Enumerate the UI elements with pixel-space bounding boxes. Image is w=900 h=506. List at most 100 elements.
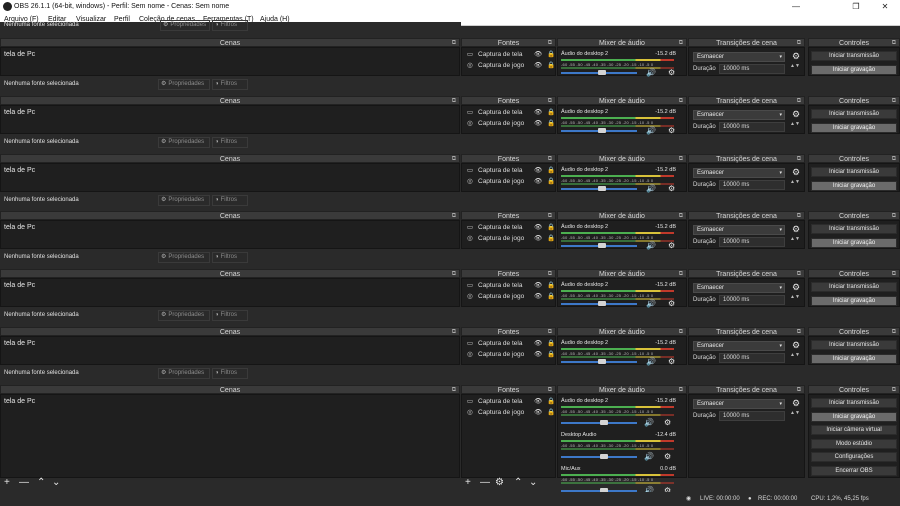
- source-item[interactable]: ◎ Captura de jogo 👁 🔒: [465, 408, 555, 418]
- remove-scene-button[interactable]: —: [19, 477, 29, 488]
- control-button[interactable]: Modo estúdio: [811, 438, 897, 449]
- move-down-button[interactable]: ⌄: [52, 477, 60, 488]
- duration-input[interactable]: 10000 ms: [719, 295, 785, 305]
- visibility-eye-icon[interactable]: 👁: [534, 177, 542, 187]
- source-item[interactable]: ▭ Captura de tela 👁 🔒: [465, 339, 555, 349]
- volume-slider[interactable]: [561, 456, 637, 458]
- control-button[interactable]: Configurações: [811, 452, 897, 462]
- move-down-button[interactable]: ⌄: [529, 477, 537, 488]
- volume-slider-knob[interactable]: [598, 70, 606, 75]
- duration-spinner[interactable]: ▲▼: [790, 180, 800, 185]
- transition-select[interactable]: Esmaecer ▾: [693, 399, 785, 409]
- source-item[interactable]: ◎ Captura de jogo 👁 🔒: [465, 350, 555, 360]
- lock-icon[interactable]: 🔒: [547, 397, 555, 407]
- duration-input[interactable]: 10000 ms: [719, 64, 785, 74]
- duration-input[interactable]: 10000 ms: [719, 122, 785, 132]
- volume-slider-knob[interactable]: [598, 186, 606, 191]
- filters-button[interactable]: ◑ Filtros: [212, 79, 248, 90]
- properties-button[interactable]: ⚙ Propriedades: [158, 368, 210, 379]
- visibility-eye-icon[interactable]: 👁: [534, 108, 542, 118]
- properties-button[interactable]: ⚙ Propriedades: [158, 252, 210, 263]
- visibility-eye-icon[interactable]: 👁: [534, 223, 542, 233]
- control-button[interactable]: Iniciar gravação: [811, 237, 897, 248]
- add-source-button[interactable]: +: [465, 477, 471, 488]
- gear-icon[interactable]: ⚙: [792, 282, 800, 293]
- control-button[interactable]: Iniciar transmissão: [811, 340, 897, 350]
- volume-slider-knob[interactable]: [600, 420, 608, 425]
- duration-spinner[interactable]: ▲▼: [790, 64, 800, 69]
- lock-icon[interactable]: 🔒: [547, 108, 555, 118]
- source-item[interactable]: ▭ Captura de tela 👁 🔒: [465, 223, 555, 233]
- lock-icon[interactable]: 🔒: [547, 223, 555, 233]
- duration-spinner[interactable]: ▲▼: [790, 237, 800, 242]
- close-button[interactable]: ✕: [870, 1, 900, 13]
- gear-icon[interactable]: ⚙: [668, 184, 675, 193]
- lock-icon[interactable]: 🔒: [547, 234, 555, 244]
- lock-icon[interactable]: 🔒: [547, 339, 555, 349]
- control-button[interactable]: Iniciar gravação: [811, 411, 897, 422]
- speaker-icon[interactable]: 🔊: [646, 68, 656, 77]
- volume-slider-knob[interactable]: [598, 243, 606, 248]
- move-up-button[interactable]: ⌃: [514, 477, 522, 488]
- filters-button[interactable]: ◑ Filtros: [212, 137, 248, 148]
- properties-button[interactable]: ⚙ Propriedades: [158, 195, 210, 206]
- source-item[interactable]: ▭ Captura de tela 👁 🔒: [465, 50, 555, 60]
- duration-input[interactable]: 10000 ms: [719, 353, 785, 363]
- filters-button[interactable]: ◑ Filtros: [212, 195, 248, 206]
- lock-icon[interactable]: 🔒: [547, 292, 555, 302]
- source-item[interactable]: ◎ Captura de jogo 👁 🔒: [465, 234, 555, 244]
- duration-input[interactable]: 10000 ms: [719, 411, 785, 421]
- volume-slider-knob[interactable]: [598, 128, 606, 133]
- transition-select[interactable]: Esmaecer ▾: [693, 341, 785, 351]
- gear-icon[interactable]: ⚙: [668, 68, 675, 77]
- gear-icon[interactable]: ⚙: [668, 126, 675, 135]
- control-button[interactable]: Iniciar transmissão: [811, 167, 897, 177]
- scene-item[interactable]: tela de Pc: [4, 224, 35, 231]
- control-button[interactable]: Iniciar câmera virtual: [811, 425, 897, 435]
- visibility-eye-icon[interactable]: 👁: [534, 166, 542, 176]
- speaker-icon[interactable]: 🔊: [646, 241, 656, 250]
- duration-input[interactable]: 10000 ms: [719, 180, 785, 190]
- scene-item[interactable]: tela de Pc: [4, 398, 35, 405]
- transition-select[interactable]: Esmaecer ▾: [693, 283, 785, 293]
- add-scene-button[interactable]: +: [4, 477, 10, 488]
- source-item[interactable]: ▭ Captura de tela 👁 🔒: [465, 166, 555, 176]
- source-item[interactable]: ◎ Captura de jogo 👁 🔒: [465, 177, 555, 187]
- visibility-eye-icon[interactable]: 👁: [534, 281, 542, 291]
- speaker-icon[interactable]: 🔊: [644, 452, 654, 461]
- visibility-eye-icon[interactable]: 👁: [534, 397, 542, 407]
- source-item[interactable]: ◎ Captura de jogo 👁 🔒: [465, 292, 555, 302]
- control-button[interactable]: Iniciar gravação: [811, 122, 897, 133]
- scene-item[interactable]: tela de Pc: [4, 109, 35, 116]
- lock-icon[interactable]: 🔒: [547, 177, 555, 187]
- filters-button[interactable]: ◑ Filtros: [212, 252, 248, 263]
- speaker-icon[interactable]: 🔊: [646, 184, 656, 193]
- control-button[interactable]: Encerrar OBS: [811, 465, 897, 476]
- maximize-button[interactable]: ❐: [841, 1, 871, 13]
- scene-item[interactable]: tela de Pc: [4, 51, 35, 58]
- control-button[interactable]: Iniciar transmissão: [811, 51, 897, 61]
- volume-slider-knob[interactable]: [598, 359, 606, 364]
- lock-icon[interactable]: 🔒: [547, 50, 555, 60]
- properties-button[interactable]: ⚙ Propriedades: [158, 137, 210, 148]
- visibility-eye-icon[interactable]: 👁: [534, 339, 542, 349]
- scene-item[interactable]: tela de Pc: [4, 340, 35, 347]
- visibility-eye-icon[interactable]: 👁: [534, 119, 542, 129]
- remove-source-button[interactable]: —: [480, 477, 490, 488]
- source-settings-icon[interactable]: ⚙: [495, 477, 504, 488]
- duration-spinner[interactable]: ▲▼: [790, 353, 800, 358]
- properties-button[interactable]: ⚙ Propriedades: [160, 20, 210, 31]
- control-button[interactable]: Iniciar gravação: [811, 180, 897, 191]
- minimize-button[interactable]: —: [781, 1, 811, 13]
- source-item[interactable]: ▭ Captura de tela 👁 🔒: [465, 281, 555, 291]
- gear-icon[interactable]: ⚙: [792, 167, 800, 178]
- gear-icon[interactable]: ⚙: [792, 340, 800, 351]
- visibility-eye-icon[interactable]: 👁: [534, 292, 542, 302]
- duration-spinner[interactable]: ▲▼: [790, 411, 800, 416]
- lock-icon[interactable]: 🔒: [547, 166, 555, 176]
- filters-button[interactable]: ◑ Filtros: [212, 20, 248, 31]
- visibility-eye-icon[interactable]: 👁: [534, 234, 542, 244]
- speaker-icon[interactable]: 🔊: [644, 418, 654, 427]
- speaker-icon[interactable]: 🔊: [646, 126, 656, 135]
- control-button[interactable]: Iniciar transmissão: [811, 109, 897, 119]
